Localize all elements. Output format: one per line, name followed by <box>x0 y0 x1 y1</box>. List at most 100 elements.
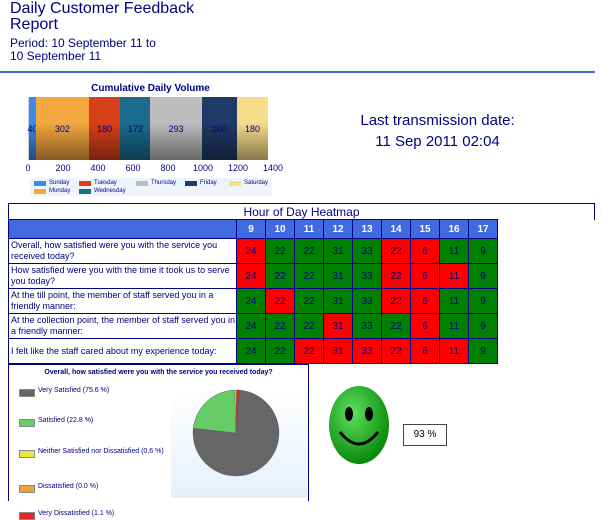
pie-legend-label: Satisfied (22.8 %) <box>38 417 94 424</box>
bar-segment-label: 200 <box>211 123 227 134</box>
legend-label: Saturday <box>244 180 269 186</box>
legend-item-thursday: Thursday <box>136 180 176 186</box>
heatmap-cell: 9 <box>468 263 498 289</box>
bar-segment-label: 293 <box>168 123 184 134</box>
bar-segment-label: 302 <box>54 123 70 134</box>
heatmap-cell: 33 <box>352 238 382 264</box>
transmission-label: Last transmission date: <box>360 112 515 129</box>
heatmap-cell: 22 <box>381 263 411 289</box>
heatmap-row: At the collection point, the member of s… <box>8 313 498 339</box>
pie-legend-label: Dissatisfied (0.0 %) <box>38 483 99 490</box>
heatmap-cell: 31 <box>323 288 353 314</box>
heatmap-cell: 6 <box>410 288 440 314</box>
period-text: Period: 10 September 11 to 10 September … <box>10 36 156 63</box>
heatmap-cell: 31 <box>323 338 353 364</box>
pie-legend-swatch <box>19 450 35 458</box>
divider <box>0 71 595 73</box>
heatmap-cell: 22 <box>294 263 324 289</box>
legend-swatch <box>136 180 148 186</box>
smiley-face-icon <box>329 386 389 464</box>
pie-legend-swatch <box>19 389 35 397</box>
heatmap-row: How satisfied were you with the time it … <box>8 263 498 289</box>
bar-segment-friday: 200 <box>201 97 237 160</box>
heatmap-title: Hour of Day Heatmap <box>8 203 595 220</box>
bar-segment-wednesday: 172 <box>120 97 151 160</box>
legend-item-wednesday: Wednesday <box>79 188 126 194</box>
heatmap-cell: 11 <box>439 313 469 339</box>
volume-bar: 40 302 180 172 293 200 180 <box>28 97 274 160</box>
hour-header: 13 <box>352 219 382 239</box>
heatmap-cell: 22 <box>294 288 324 314</box>
legend-label: Thursday <box>151 180 177 186</box>
pie-legend-label: Very Dissatisfied (1.1 %) <box>38 510 115 517</box>
hour-header: 16 <box>439 219 469 239</box>
legend-item-saturday: Saturday <box>229 180 268 186</box>
heatmap-cell: 33 <box>352 313 382 339</box>
legend-swatch <box>185 180 197 186</box>
heatmap-cell: 31 <box>323 238 353 264</box>
heatmap-cell: 31 <box>323 313 353 339</box>
x-tick-label: 0 <box>25 163 31 173</box>
pie-plot-area <box>171 388 307 498</box>
legend-label: Friday <box>200 180 217 186</box>
question-label: How satisfied were you with the time it … <box>8 263 237 289</box>
heatmap-cell: 11 <box>439 238 469 264</box>
pie-legend-swatch <box>19 419 35 427</box>
bar-segment-thursday: 293 <box>150 97 202 160</box>
bar-segment-sunday: 40 <box>28 97 38 160</box>
heatmap-cell: 9 <box>468 313 498 339</box>
legend-item-friday: Friday <box>185 180 217 186</box>
heatmap-cell: 33 <box>352 288 382 314</box>
bar-segment-saturday: 180 <box>236 97 269 160</box>
heatmap-cell: 22 <box>381 238 411 264</box>
heatmap-header-row: 9 10 11 12 13 14 15 16 17 <box>8 219 498 239</box>
hour-header: 17 <box>468 219 498 239</box>
heatmap-cell: 24 <box>236 288 266 314</box>
heatmap-cell: 6 <box>410 313 440 339</box>
volume-legend: Sunday Tuesday Thursday Friday Saturday Monda… <box>30 178 272 196</box>
heatmap-cell: 6 <box>410 263 440 289</box>
heatmap-cell: 22 <box>294 338 324 364</box>
pie-slice <box>193 389 237 434</box>
heatmap-cell: 22 <box>265 263 295 289</box>
heatmap-cell: 22 <box>265 338 295 364</box>
header-blank <box>8 219 237 239</box>
legend-item-sunday: Sunday <box>34 180 69 186</box>
legend-swatch <box>229 180 241 186</box>
legend-swatch <box>79 180 91 186</box>
bar-segment-monday: 302 <box>36 97 89 160</box>
legend-item-monday: Monday <box>34 188 70 194</box>
heatmap-row: Overall, how satisfied were you with the… <box>8 238 498 264</box>
heatmap-cell: 22 <box>381 338 411 364</box>
pie-title: Overall, how satisfied were you with the… <box>44 369 273 376</box>
hour-header: 15 <box>410 219 440 239</box>
heatmap-cell: 9 <box>468 288 498 314</box>
heatmap-cell: 24 <box>236 313 266 339</box>
heatmap-cell: 33 <box>352 263 382 289</box>
heatmap-cell: 24 <box>236 238 266 264</box>
question-label: At the till point, the member of staff s… <box>8 288 237 314</box>
heatmap-cell: 6 <box>410 238 440 264</box>
legend-label: Sunday <box>49 180 70 186</box>
x-tick-label: 600 <box>125 163 141 173</box>
heatmap-cell: 22 <box>294 313 324 339</box>
heatmap-cell: 9 <box>468 238 498 264</box>
heatmap-cell: 33 <box>352 338 382 364</box>
pie-legend-item: Very Dissatisfied (1.1 %) <box>19 510 169 520</box>
heatmap-cell: 24 <box>236 338 266 364</box>
legend-item-tuesday: Tuesday <box>79 180 117 186</box>
heatmap-cell: 22 <box>265 288 295 314</box>
heatmap-cell: 24 <box>236 263 266 289</box>
heatmap-cell: 22 <box>265 313 295 339</box>
bar-segment-label: 172 <box>127 123 143 134</box>
page-title: Daily Customer Feedback Report <box>10 0 195 33</box>
volume-chart-title: Cumulative Daily Volume <box>91 83 210 94</box>
x-tick-label: 1200 <box>227 163 249 173</box>
heatmap-cell: 11 <box>439 338 469 364</box>
x-tick-label: 200 <box>55 163 71 173</box>
score-value: 93 % <box>403 424 447 446</box>
pie-legend-item: Neither Satisfied nor Dissatisfied (0.6 … <box>19 448 169 458</box>
transmission-date: 11 Sep 2011 02:04 <box>375 133 500 150</box>
heatmap-cell: 22 <box>265 238 295 264</box>
heatmap-row: I felt like the staff cared about my exp… <box>8 338 498 364</box>
